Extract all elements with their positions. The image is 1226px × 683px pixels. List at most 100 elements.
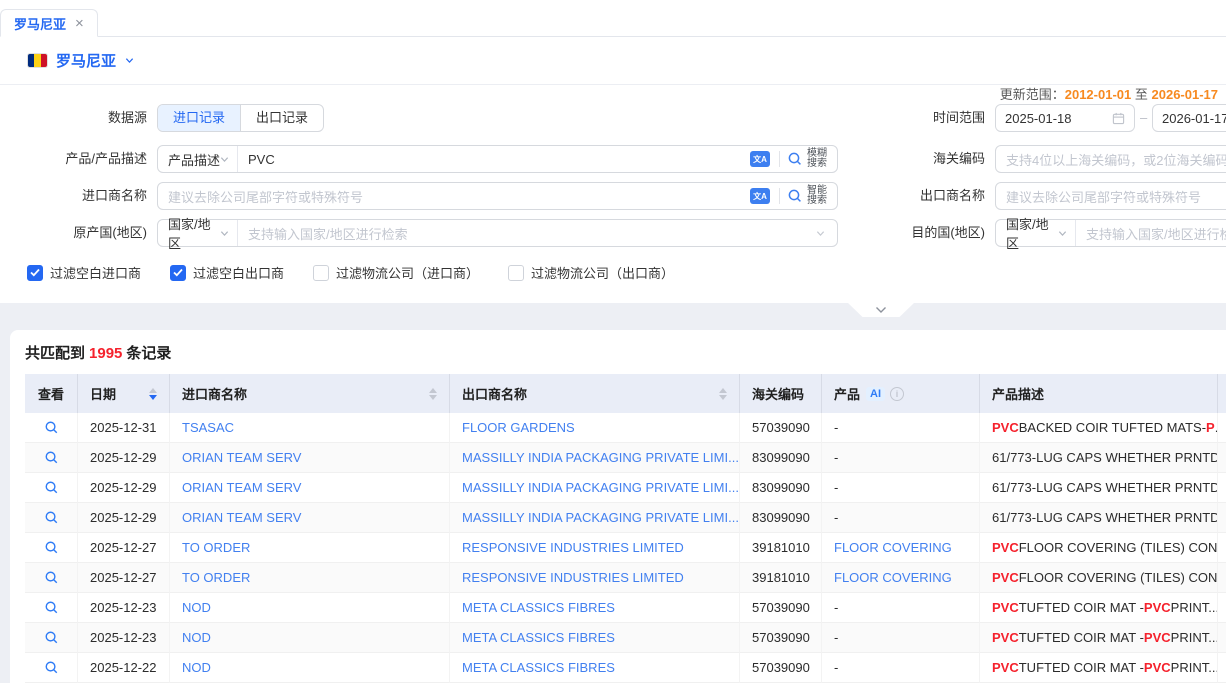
exporter-link[interactable]: RESPONSIVE INDUSTRIES LIMITED (462, 570, 684, 585)
view-cell (25, 563, 78, 593)
view-record-button[interactable] (44, 630, 59, 645)
importer-link[interactable]: NOD (182, 660, 211, 675)
chevron-down-icon[interactable] (125, 56, 134, 65)
exporter-link[interactable]: FLOOR GARDENS (462, 420, 575, 435)
sort-desc-caret (719, 395, 727, 400)
translate-icon[interactable]: 文A (750, 188, 770, 204)
column-header-text: 日期 (90, 384, 116, 403)
info-icon[interactable]: i (890, 387, 904, 401)
view-record-button[interactable] (44, 540, 59, 555)
view-record-button[interactable] (44, 600, 59, 615)
description-cell: PVC FLOOR COVERING (TILES) CONT... (980, 533, 1218, 563)
product-search-input[interactable]: PVC (238, 152, 750, 167)
date-to-input[interactable]: 2026-01-17 (1152, 104, 1226, 132)
view-cell (25, 473, 78, 503)
exporter-name-field[interactable]: 建议去除公司尾部字符或特殊符号 (995, 182, 1226, 210)
destination-country-group: 国家/地区 支持输入国家/地区进行检索 (995, 219, 1226, 247)
column-header-date[interactable]: 日期 (78, 374, 170, 413)
column-header-exporter[interactable]: 出口商名称 (450, 374, 740, 413)
exporter-link[interactable]: MASSILLY INDIA PACKAGING PRIVATE LIMI... (462, 510, 739, 525)
origin-country-select[interactable]: 国家/地区 (158, 220, 238, 246)
product-cell: - (822, 503, 980, 533)
product-type-select[interactable]: 产品描述 (158, 146, 238, 172)
checkbox-checked-icon[interactable] (170, 265, 186, 281)
description-cell: PVC BACKED COIR TUFTED MATS-P... (980, 413, 1218, 443)
export-records-button[interactable]: 出口记录 (240, 105, 323, 131)
checkbox-unchecked-icon[interactable] (313, 265, 329, 281)
importer-link[interactable]: ORIAN TEAM SERV (182, 510, 301, 525)
destination-country-input[interactable]: 支持输入国家/地区进行检索 (1076, 224, 1226, 243)
product-link[interactable]: FLOOR COVERING (834, 540, 952, 555)
description-text: PRINT... (1171, 600, 1218, 615)
importer-link[interactable]: NOD (182, 630, 211, 645)
date-to-value: 2026-01-17 (1162, 111, 1226, 126)
import-records-button[interactable]: 进口记录 (158, 105, 240, 131)
exporter-link[interactable]: META CLASSICS FIBRES (462, 630, 615, 645)
exporter-link[interactable]: RESPONSIVE INDUSTRIES LIMITED (462, 540, 684, 555)
close-icon[interactable]: × (75, 16, 84, 31)
date-from-input[interactable]: 2025-01-18 (995, 104, 1135, 132)
checkbox-unchecked-icon[interactable] (508, 265, 524, 281)
filter-checkbox[interactable]: 过滤物流公司（进口商） (313, 263, 479, 282)
exporter-link[interactable]: MASSILLY INDIA PACKAGING PRIVATE LIMI... (462, 480, 739, 495)
exporter-link[interactable]: META CLASSICS FIBRES (462, 600, 615, 615)
hs-code-cell: 83099090 (740, 503, 822, 533)
tab-romania[interactable]: 罗马尼亚 × (0, 9, 98, 37)
view-record-button[interactable] (44, 570, 59, 585)
hs-code-cell: 57039090 (740, 623, 822, 653)
exporter-cell: META CLASSICS FIBRES (450, 623, 740, 653)
table-row: 2025-12-22NODMETA CLASSICS FIBRES5703909… (25, 653, 1226, 683)
importer-link[interactable]: NOD (182, 600, 211, 615)
view-record-button[interactable] (44, 420, 59, 435)
date-cell: 2025-12-27 (78, 563, 170, 593)
column-header-desc: 产品描述 (980, 374, 1218, 413)
origin-country-input[interactable]: 支持输入国家/地区进行检索 (238, 224, 816, 243)
exporter-name-input[interactable]: 建议去除公司尾部字符或特殊符号 (996, 187, 1226, 206)
date-cell: 2025-12-29 (78, 443, 170, 473)
fuzzy-search-button[interactable]: 模糊搜索 (780, 149, 837, 169)
table-row: 2025-12-27TO ORDERRESPONSIVE INDUSTRIES … (25, 533, 1226, 563)
keyword-highlight: PVC (992, 420, 1019, 435)
exporter-cell: MASSILLY INDIA PACKAGING PRIVATE LIMI... (450, 473, 740, 503)
extra-cell (1218, 563, 1226, 593)
destination-country-select[interactable]: 国家/地区 (996, 220, 1076, 246)
importer-link[interactable]: ORIAN TEAM SERV (182, 480, 301, 495)
translate-icon[interactable]: 文A (750, 151, 770, 167)
sort-icon (429, 388, 437, 400)
calendar-icon (1112, 112, 1125, 125)
extra-cell (1218, 623, 1226, 653)
view-cell (25, 533, 78, 563)
trade-data-app: 罗马尼亚 × 罗马尼亚 更新范围：2012-01-01 至 2026-01-17… (0, 0, 1226, 683)
importer-link[interactable]: TO ORDER (182, 570, 250, 585)
filter-checkbox[interactable]: 过滤物流公司（出口商） (508, 263, 674, 282)
hs-code-cell: 57039090 (740, 593, 822, 623)
smart-search-button[interactable]: 智能搜索 (780, 186, 837, 206)
date-cell: 2025-12-22 (78, 653, 170, 683)
view-record-button[interactable] (44, 480, 59, 495)
exporter-link[interactable]: META CLASSICS FIBRES (462, 660, 615, 675)
keyword-highlight: PVC (992, 630, 1019, 645)
description-text: TUFTED COIR MAT - (1019, 600, 1144, 615)
column-header-text: 出口商名称 (462, 384, 527, 403)
filter-checkbox[interactable]: 过滤空白进口商 (27, 263, 141, 282)
view-record-button[interactable] (44, 510, 59, 525)
collapse-filters-button[interactable] (848, 303, 914, 317)
date-from-value: 2025-01-18 (1005, 111, 1072, 126)
date-cell: 2025-12-31 (78, 413, 170, 443)
hs-code-field[interactable]: 支持4位以上海关编码，或2位海关编码加拼 (995, 145, 1226, 173)
exporter-link[interactable]: MASSILLY INDIA PACKAGING PRIVATE LIMI... (462, 450, 739, 465)
view-record-button[interactable] (44, 660, 59, 675)
filter-checkbox[interactable]: 过滤空白出口商 (170, 263, 284, 282)
importer-link[interactable]: TO ORDER (182, 540, 250, 555)
view-record-button[interactable] (44, 450, 59, 465)
checkbox-checked-icon[interactable] (27, 265, 43, 281)
column-header-label: 产品描述 (992, 384, 1044, 403)
importer-name-input[interactable]: 建议去除公司尾部字符或特殊符号 (158, 187, 750, 206)
product-link[interactable]: FLOOR COVERING (834, 570, 952, 585)
importer-link[interactable]: TSASAC (182, 420, 234, 435)
description-text: 61/773-LUG CAPS WHETHER PRNTD... (992, 450, 1218, 465)
hs-code-input[interactable]: 支持4位以上海关编码，或2位海关编码加拼 (996, 150, 1226, 169)
view-cell (25, 443, 78, 473)
importer-link[interactable]: ORIAN TEAM SERV (182, 450, 301, 465)
column-header-importer[interactable]: 进口商名称 (170, 374, 450, 413)
